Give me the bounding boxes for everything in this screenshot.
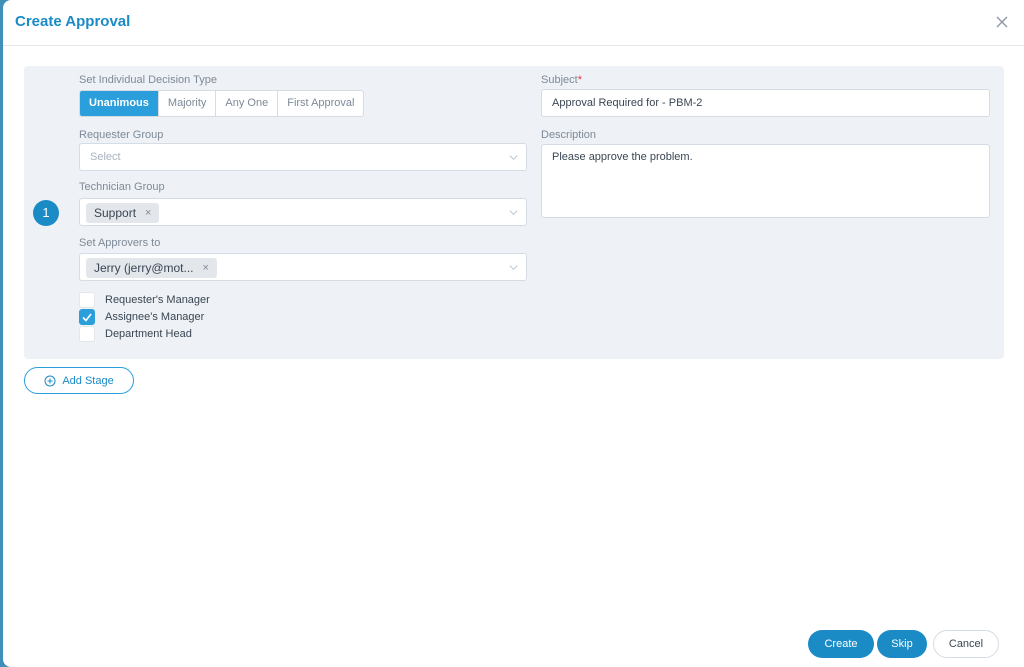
requester-group-placeholder: Select xyxy=(90,151,121,163)
technician-group-tag: Support × xyxy=(86,203,160,223)
technician-group-tag-label: Support xyxy=(94,206,137,220)
checkbox-assignees-manager[interactable]: Assignee's Manager xyxy=(79,309,204,325)
description-textarea[interactable]: Please approve the problem. xyxy=(541,144,990,218)
create-approval-modal: Create Approval 1 Set Individual Decisio… xyxy=(3,0,1024,667)
required-marker: * xyxy=(577,74,582,86)
description-label: Description xyxy=(541,129,597,141)
chevron-down-icon xyxy=(509,155,518,160)
add-stage-label: Add Stage xyxy=(62,374,114,387)
decision-option-first-approval[interactable]: First Approval xyxy=(278,91,363,116)
decision-option-majority[interactable]: Majority xyxy=(159,91,217,116)
decision-option-any-one[interactable]: Any One xyxy=(216,91,279,116)
close-icon xyxy=(996,16,1008,28)
checkbox-label: Assignee's Manager xyxy=(105,311,205,323)
checkbox[interactable] xyxy=(79,326,95,342)
add-stage-button[interactable]: Add Stage xyxy=(24,367,134,394)
check-icon xyxy=(82,313,92,322)
chevron-down-icon xyxy=(509,210,518,215)
modal-title: Create Approval xyxy=(15,13,131,30)
requester-group-label: Requester Group xyxy=(79,129,164,141)
approver-tag-label: Jerry (jerry@mot... xyxy=(94,261,194,275)
technician-group-label: Technician Group xyxy=(79,181,165,193)
checkbox-label: Requester's Manager xyxy=(105,294,210,306)
decision-option-unanimous[interactable]: Unanimous xyxy=(80,91,159,116)
subject-input[interactable]: Approval Required for - PBM-2 xyxy=(541,89,990,117)
close-button[interactable] xyxy=(994,14,1010,30)
checkbox-requesters-manager[interactable]: Requester's Manager xyxy=(79,292,210,308)
decision-type-segmented-control: Unanimous Majority Any One First Approva… xyxy=(79,90,365,117)
create-button[interactable]: Create xyxy=(808,630,874,658)
chevron-down-icon xyxy=(509,265,518,270)
checkbox[interactable] xyxy=(79,309,95,325)
approvers-label: Set Approvers to xyxy=(79,237,161,249)
plus-circle-icon xyxy=(44,375,56,386)
decision-type-label: Set Individual Decision Type xyxy=(79,74,217,86)
technician-group-select[interactable]: Support × xyxy=(79,198,527,226)
stage-number-badge: 1 xyxy=(33,200,59,226)
approvers-select[interactable]: Jerry (jerry@mot... × xyxy=(79,253,527,281)
subject-label: Subject* xyxy=(541,74,582,86)
checkbox[interactable] xyxy=(79,292,95,308)
skip-button[interactable]: Skip xyxy=(877,630,927,658)
cancel-button[interactable]: Cancel xyxy=(933,630,999,658)
remove-tag-icon[interactable]: × xyxy=(203,262,209,274)
checkbox-department-head[interactable]: Department Head xyxy=(79,326,192,342)
approver-tag: Jerry (jerry@mot... × xyxy=(86,258,217,278)
description-value: Please approve the problem. xyxy=(552,151,693,163)
remove-tag-icon[interactable]: × xyxy=(145,207,151,219)
modal-header: Create Approval xyxy=(3,0,1024,46)
checkbox-label: Department Head xyxy=(105,328,192,340)
requester-group-select[interactable]: Select xyxy=(79,143,527,171)
subject-label-text: Subject xyxy=(541,74,578,86)
subject-value: Approval Required for - PBM-2 xyxy=(552,97,703,109)
approval-stage: 1 Set Individual Decision Type Unanimous… xyxy=(24,66,1004,359)
